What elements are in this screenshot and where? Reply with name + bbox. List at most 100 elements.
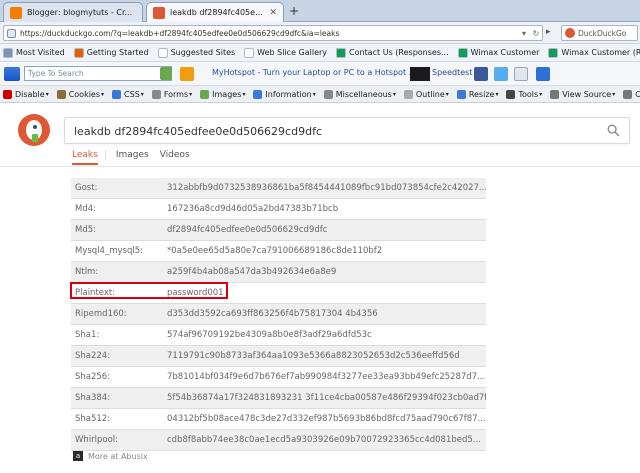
- devbar-label: Disable: [15, 89, 45, 99]
- table-row: Ripemd160: d353dd3592ca693ff863256f4b7581…: [71, 304, 486, 325]
- devbar-icon: [253, 89, 263, 99]
- navigation-bar: https://duckduckgo.com/?q=leakdb+df2894f…: [0, 22, 640, 44]
- hash-type-label: Sha224:: [75, 351, 111, 361]
- hash-value: 574af96709192be4309a8b0e8f3adf29a6dfd53c: [167, 330, 372, 340]
- devbar-menu-item[interactable]: Forms ▾: [151, 89, 192, 99]
- hotspot-link[interactable]: MyHotspot - Turn your Laptop or PC to a …: [212, 68, 416, 77]
- tab-images[interactable]: Images: [116, 150, 149, 165]
- hash-value: d353dd3592ca693ff863256f4b75817304 4b435…: [167, 309, 378, 319]
- bookmarks-bar: Most Visited Getting Started Suggested Sit…: [0, 44, 640, 62]
- lock-icon[interactable]: [7, 28, 16, 38]
- address-bar[interactable]: https://duckduckgo.com/?q=leakdb+df2894f…: [3, 25, 543, 41]
- devbar-label: View Source: [562, 89, 612, 99]
- bookmark-item[interactable]: Web Slice Gallery: [244, 47, 328, 58]
- close-tab-icon[interactable]: ✕: [269, 8, 277, 18]
- rss-icon[interactable]: [180, 67, 194, 81]
- devbar-menu-item[interactable]: CSS ▾: [112, 89, 144, 99]
- new-tab-button[interactable]: +: [286, 5, 302, 19]
- table-row: Md4: 167236a8cd9d46d05a2bd47383b71bcb: [71, 199, 486, 220]
- facebook-icon[interactable]: [474, 67, 488, 81]
- tab-blogger[interactable]: Blogger: blogmytuts - Cr...: [3, 2, 143, 22]
- speedtest-icon[interactable]: [410, 67, 430, 81]
- devbar-menu-item[interactable]: Cookies ▾: [56, 89, 105, 99]
- attribution[interactable]: a More at Abusix: [73, 451, 148, 461]
- devbar-icon: [550, 89, 560, 99]
- devbar-icon: [323, 89, 333, 99]
- logo-tie: [32, 134, 38, 142]
- devbar-icon: [506, 89, 516, 99]
- devbar-menu-item[interactable]: Options▾: [623, 89, 640, 99]
- hash-type-label: Md5:: [75, 225, 97, 235]
- dropdown-arrow-icon: ▾: [392, 90, 396, 98]
- hash-value: df2894fc405edfee0e0d506629cd9dfc: [167, 225, 328, 235]
- bookmark-icon: [157, 47, 168, 58]
- bookmark-item[interactable]: Contact Us (Responses...: [336, 47, 449, 58]
- toolbar-search-input[interactable]: Type To Search: [24, 66, 172, 81]
- devbar-menu-item[interactable]: Outline ▾: [403, 89, 449, 99]
- bookmark-item[interactable]: Wimax Customer: [457, 47, 539, 58]
- table-row: Md5: df2894fc405edfee0e0d506629cd9dfc: [71, 220, 486, 241]
- search-engine-box[interactable]: DuckDuckGo: [561, 25, 638, 41]
- devbar-icon: [403, 89, 413, 99]
- hash-value: 04312bf5b08ace478c3de27d332ef987b5693b86…: [167, 414, 486, 424]
- forward-arrow-icon[interactable]: ▸: [546, 27, 551, 37]
- table-row: Gost: 312abbfb9d0732538936861ba5f84544410…: [71, 178, 486, 199]
- hash-type-label: Sha384:: [75, 393, 111, 403]
- toolbar-logo-icon[interactable]: [4, 67, 20, 81]
- dropdown-arrow-icon: ▾: [495, 90, 499, 98]
- tab-leaks[interactable]: Leaks: [72, 150, 98, 165]
- weather-icon[interactable]: [536, 67, 550, 81]
- hash-type-label: Gost:: [75, 183, 98, 193]
- devbar-menu-item[interactable]: Images ▾: [200, 89, 245, 99]
- speedtest-link[interactable]: Speedtest: [432, 68, 472, 77]
- table-row: Sha1: 574af96709192be4309a8b0e8f3adf29a6d…: [71, 325, 486, 346]
- leak-results-table: Gost: 312abbfb9d0732538936861ba5f84544410…: [71, 178, 486, 451]
- devbar-menu-item[interactable]: Resize ▾: [456, 89, 499, 99]
- bookmark-icon: [3, 47, 13, 58]
- devbar-icon: [151, 89, 161, 99]
- hash-type-label: Md4:: [75, 204, 97, 214]
- attribution-link[interactable]: More at Abusix: [88, 452, 148, 461]
- devbar-icon: [623, 89, 633, 99]
- bookmark-item[interactable]: Wimax Customer (Resp...: [548, 47, 640, 58]
- mail-icon[interactable]: [514, 67, 528, 81]
- bookmark-icon: [336, 47, 347, 58]
- reload-icon[interactable]: ↻: [530, 29, 542, 38]
- devbar-menu-item[interactable]: Miscellaneous ▾: [323, 89, 396, 99]
- devbar-label: Information: [265, 89, 312, 99]
- custom-toolbar: Type To Search MyHotspot - Turn your Lap…: [0, 62, 640, 86]
- duckduckgo-logo-icon[interactable]: [18, 114, 50, 146]
- url-text[interactable]: https://duckduckgo.com/?q=leakdb+df2894f…: [20, 29, 518, 38]
- toolbar-search-button[interactable]: [160, 67, 172, 80]
- hash-value: 7119791c90b8733af364aa1093e5366a88230526…: [167, 351, 460, 361]
- bookmark-icon: [244, 47, 255, 58]
- devbar-icon: [3, 89, 12, 99]
- devbar-menu-item[interactable]: View Source ▾: [550, 89, 615, 99]
- bookmark-item[interactable]: Suggested Sites: [157, 47, 235, 58]
- hash-value: a259f4b4ab08a547da3b492634e6a8e9: [167, 267, 337, 277]
- bookmark-icon: [548, 47, 559, 58]
- search-query-text[interactable]: leakdb df2894fc405edfee0e0d506629cd9dfc: [74, 125, 322, 138]
- tab-leakdb[interactable]: leakdb df2894fc405edfe... ✕: [146, 2, 284, 22]
- bookmark-label: Getting Started: [86, 48, 149, 57]
- devbar-icon: [56, 89, 66, 99]
- bookmark-item[interactable]: Getting Started: [73, 47, 149, 58]
- hash-value: 312abbfb9d0732538936861ba5f8454441089fbc…: [167, 183, 486, 193]
- dropdown-arrow-icon: ▾: [101, 90, 105, 98]
- search-input[interactable]: leakdb df2894fc405edfee0e0d506629cd9dfc: [64, 117, 630, 144]
- tab-videos[interactable]: Videos: [160, 150, 190, 165]
- bookmark-item[interactable]: Most Visited: [3, 47, 65, 58]
- hash-type-label: Whirlpool:: [75, 435, 119, 445]
- dropdown-arrow-icon: ▾: [312, 90, 316, 98]
- hash-value: *0a5e0ee65d5a80e7ca791006689186c8de110bf…: [167, 246, 383, 256]
- twitter-icon[interactable]: [494, 67, 508, 81]
- dropdown-arrow-icon: ▾: [140, 90, 144, 98]
- bookmark-label: Web Slice Gallery: [257, 48, 328, 57]
- devbar-menu-item[interactable]: Tools ▾: [506, 89, 542, 99]
- ddg-header: leakdb df2894fc405edfee0e0d506629cd9dfc …: [0, 103, 640, 167]
- search-engine-label: DuckDuckGo: [578, 28, 627, 38]
- devbar-menu-item[interactable]: Information ▾: [253, 89, 316, 99]
- devbar-menu-item[interactable]: Disable ▾: [3, 89, 49, 99]
- dropdown-arrow-icon[interactable]: ▾: [518, 29, 530, 38]
- search-icon[interactable]: [607, 124, 620, 137]
